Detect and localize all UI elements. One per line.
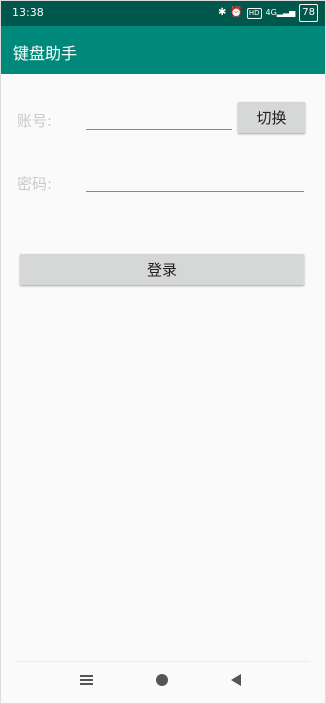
menu-icon[interactable] bbox=[80, 674, 93, 686]
status-time: 13:38 bbox=[12, 6, 44, 19]
nav-divider bbox=[16, 661, 310, 662]
alarm-icon: ⏰ bbox=[230, 7, 243, 18]
password-field[interactable] bbox=[86, 166, 304, 192]
bluetooth-icon: ✱ bbox=[218, 7, 227, 18]
app-bar: 键盘助手 bbox=[0, 26, 326, 74]
status-bar: 13:38 ✱ ⏰ HD 4G▂▃▅ 78 bbox=[0, 0, 326, 26]
account-underline bbox=[86, 129, 232, 130]
switch-button[interactable]: 切换 bbox=[238, 102, 305, 133]
back-icon[interactable] bbox=[231, 674, 241, 686]
password-label: 密码: bbox=[17, 175, 53, 193]
hd-icon: HD bbox=[246, 7, 262, 19]
home-icon[interactable] bbox=[156, 674, 168, 686]
status-icons: ✱ ⏰ HD 4G▂▃▅ 78 bbox=[218, 4, 318, 22]
password-underline bbox=[86, 191, 304, 192]
signal-4g-icon: 4G▂▃▅ bbox=[265, 8, 296, 17]
battery-icon: 78 bbox=[299, 4, 318, 22]
account-label: 账号: bbox=[17, 112, 53, 130]
account-field[interactable] bbox=[86, 104, 232, 130]
login-button[interactable]: 登录 bbox=[20, 254, 304, 285]
app-title: 键盘助手 bbox=[13, 44, 78, 63]
